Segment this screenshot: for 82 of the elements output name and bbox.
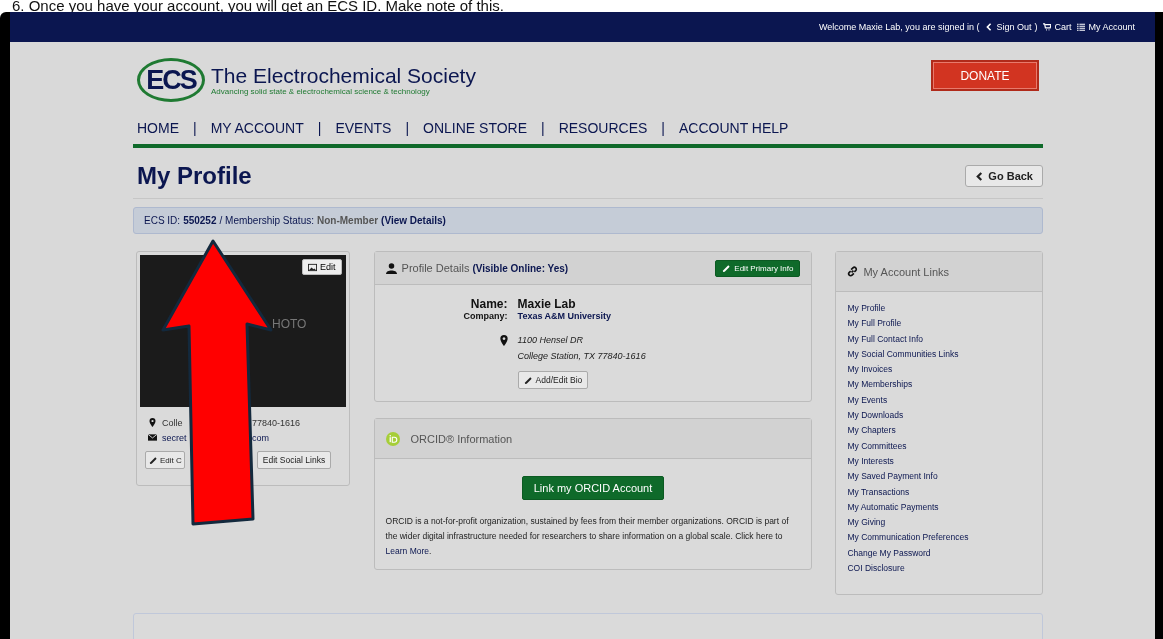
membership-status-label: / Membership Status:	[219, 215, 314, 226]
sign-out-link[interactable]: Sign Out	[996, 22, 1032, 32]
ecs-id-label: ECS ID:	[144, 215, 181, 226]
map-pin-icon	[499, 335, 508, 346]
field-label: Name:	[469, 297, 508, 311]
account-link[interactable]: My Committees	[847, 438, 1031, 454]
cart-icon	[1043, 23, 1052, 31]
photo-placeholder-text: HOTO	[272, 317, 307, 331]
name-value: Maxie Lab	[517, 297, 576, 311]
nav-link[interactable]: ONLINE STORE	[423, 120, 528, 136]
donate-button[interactable]: DONATE	[931, 60, 1039, 91]
account-link[interactable]: My Saved Payment Info	[847, 469, 1031, 485]
site-title: The Electrochemical Society	[211, 64, 476, 88]
nav-separator: |	[317, 120, 322, 136]
welcome-text: Welcome Maxie Lab, you are signed in (	[819, 22, 980, 32]
edit-primary-info-button[interactable]: Edit Primary Info	[715, 259, 801, 277]
email-link[interactable]: secret	[162, 432, 186, 443]
nav-separator: |	[541, 120, 545, 136]
account-link[interactable]: Change My Password	[847, 545, 1031, 562]
pencil-icon	[523, 375, 533, 385]
address-line: 1100 Hensel DR	[517, 335, 584, 347]
edit-photo-button[interactable]: Edit	[302, 259, 342, 275]
address-text: Colle	[162, 417, 184, 428]
company-link[interactable]: Texas A&M University	[517, 311, 612, 321]
nav-link[interactable]: RESOURCES	[558, 120, 648, 136]
link-icon	[847, 266, 859, 277]
chevron-left-icon	[975, 171, 985, 181]
account-link[interactable]: My Invoices	[847, 362, 1031, 378]
nav-link[interactable]: HOME	[137, 120, 179, 136]
nav-separator: |	[193, 120, 197, 136]
orcid-id-icon	[385, 431, 400, 446]
add-edit-bio-button[interactable]: Add/Edit Bio	[517, 371, 589, 389]
nav-link[interactable]: MY ACCOUNT	[210, 120, 304, 136]
envelope-icon	[148, 433, 157, 442]
panel-title: Profile Details	[401, 262, 470, 274]
nav-link[interactable]: ACCOUNT HELP	[679, 120, 789, 136]
email-link[interactable]: com	[252, 432, 269, 443]
cart-link[interactable]: Cart	[1054, 22, 1072, 32]
ecs-id-value: 550252	[183, 215, 217, 226]
orcid-description: ORCID is a not-for-profit organization, sustained by fees from their member organizations. ORCID is part of the wider digital infrastructure needed for researchers to share information on a global scale. Click here to Learn More.	[385, 515, 790, 558]
nav-link[interactable]: EVENTS	[335, 120, 392, 136]
account-link[interactable]: My Transactions	[847, 484, 1031, 500]
visibility-status: (Visible Online: Yes)	[472, 262, 569, 274]
pencil-icon	[149, 455, 158, 465]
learn-more-link[interactable]: Learn More	[385, 546, 429, 556]
account-link[interactable]: My Interests	[847, 453, 1031, 470]
field-label: Company:	[462, 311, 508, 321]
link-orcid-button[interactable]: Link my ORCID Account	[521, 476, 665, 500]
account-link[interactable]: My Full Contact Info	[847, 331, 1031, 347]
page-title: My Profile	[137, 162, 252, 190]
view-details-link[interactable]: (View Details)	[381, 215, 446, 226]
map-pin-icon	[148, 418, 157, 427]
paren-text: )	[1034, 22, 1038, 32]
account-link[interactable]: My Social Communities Links	[847, 346, 1031, 363]
account-link[interactable]: My Memberships	[847, 377, 1031, 393]
account-link[interactable]: My Downloads	[847, 408, 1031, 424]
nav-separator: |	[405, 120, 410, 136]
list-icon	[1077, 23, 1086, 31]
membership-status-value: Non-Member	[317, 215, 379, 226]
account-link[interactable]: My Full Profile	[847, 316, 1031, 332]
nav-separator: |	[661, 120, 665, 136]
account-link[interactable]: COI Disclosure	[847, 561, 1031, 577]
my-account-link[interactable]: My Account	[1088, 22, 1135, 32]
address-line: College Station, TX 77840-1616	[517, 351, 646, 363]
account-link[interactable]: My Profile	[847, 301, 1031, 317]
panel-title: My Account Links	[863, 265, 950, 278]
account-link[interactable]: My Communication Preferences	[847, 530, 1031, 546]
edit-contact-button[interactable]: Edit C	[145, 451, 185, 469]
account-link[interactable]: My Chapters	[847, 423, 1031, 439]
person-icon	[385, 262, 397, 274]
pencil-icon	[722, 263, 732, 273]
logo-emblem[interactable]: ECS	[137, 58, 205, 102]
image-icon	[308, 262, 318, 272]
address-text: 77840-1616	[252, 417, 301, 428]
site-tagline: Advancing solid state & electrochemical science & technology	[211, 87, 431, 96]
chevron-left-icon	[985, 23, 994, 31]
panel-title: ORCID® Information	[410, 432, 513, 445]
edit-social-links-button[interactable]: Edit Social Links	[256, 451, 332, 469]
go-back-button[interactable]: Go Back	[965, 165, 1043, 187]
account-link[interactable]: My Events	[847, 392, 1031, 409]
account-link[interactable]: My Giving	[847, 515, 1031, 531]
account-link[interactable]: My Automatic Payments	[847, 499, 1031, 516]
